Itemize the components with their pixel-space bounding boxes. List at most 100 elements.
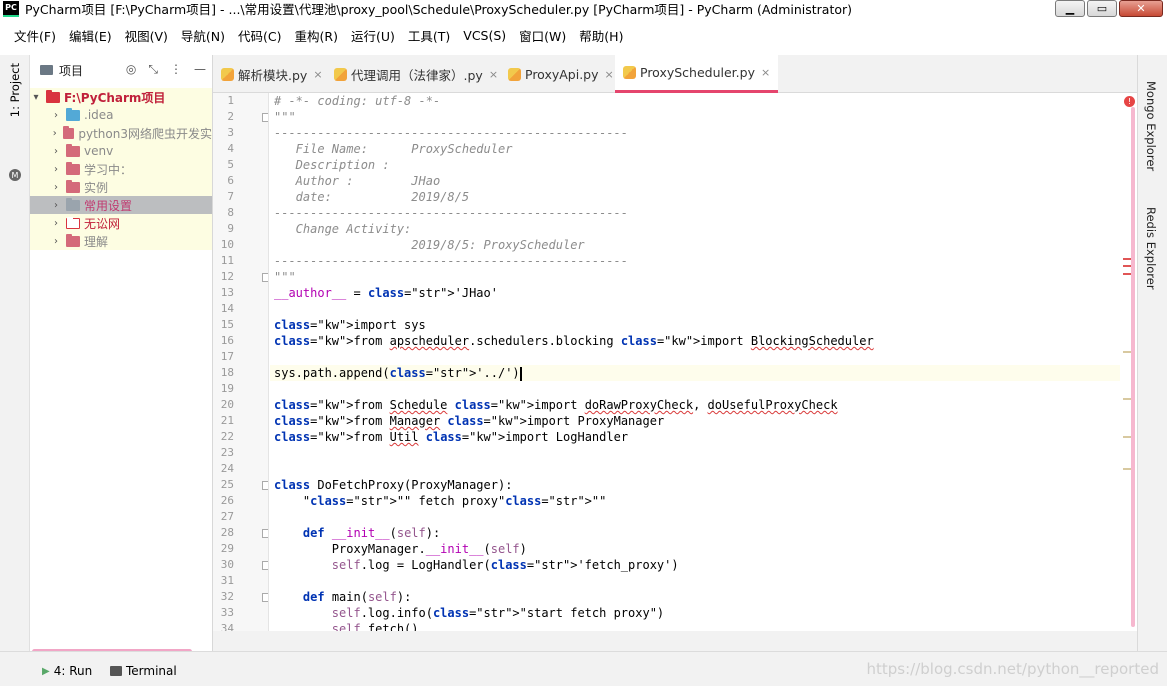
editor-vertical-scrollbar[interactable] (1131, 107, 1135, 627)
chevron-right-icon[interactable]: › (50, 146, 62, 157)
code-line[interactable]: date: 2019/8/5 (270, 189, 1136, 205)
code-line[interactable]: """ (270, 109, 1136, 125)
menu-file[interactable]: 文件(F) (14, 26, 56, 45)
code-line[interactable]: class="kw">import sys (270, 317, 1136, 333)
text-caret (519, 366, 522, 381)
tree-item-root[interactable]: ▾ F:\PyCharm项目 (30, 88, 212, 106)
code-line[interactable]: ----------------------------------------… (270, 125, 1136, 141)
tree-item-label: .idea (84, 108, 114, 122)
project-tool-tab[interactable]: 1: Project (8, 63, 22, 117)
menu-run[interactable]: 运行(U) (351, 26, 395, 45)
close-icon[interactable]: × (605, 68, 614, 81)
code-line[interactable]: ProxyManager.__init__(self) (270, 541, 1136, 557)
menu-window[interactable]: 窗口(W) (519, 26, 566, 45)
tree-item-idea[interactable]: › .idea (30, 106, 212, 124)
structure-icon[interactable]: M (9, 169, 21, 181)
collapse-icon[interactable]: ⤡ (148, 62, 158, 77)
code-line[interactable]: Change Activity: (270, 221, 1136, 237)
code-line[interactable]: # -*- coding: utf-8 -*- (270, 93, 1136, 109)
fold-marker-icon[interactable] (262, 113, 268, 122)
close-icon[interactable]: × (761, 66, 770, 79)
code-line[interactable]: __author__ = class="str">'JHao' (270, 285, 1136, 301)
menu-edit[interactable]: 编辑(E) (69, 26, 112, 45)
tab-parse-module[interactable]: 解析模块.py × (221, 55, 323, 93)
redis-explorer-tab[interactable]: Redis Explorer (1144, 207, 1158, 290)
code-line[interactable]: Description : (270, 157, 1136, 173)
code-line[interactable] (270, 349, 1136, 365)
code-line[interactable]: self.log = LogHandler(class="str">'fetch… (270, 557, 1136, 573)
menu-view[interactable]: 视图(V) (125, 26, 168, 45)
code-line[interactable]: def __init__(self): (270, 525, 1136, 541)
tab-proxy-scheduler[interactable]: ProxyScheduler.py × (615, 55, 779, 93)
code-line[interactable] (270, 445, 1136, 461)
tree-item-learning[interactable]: › 学习中： (30, 160, 212, 178)
chevron-right-icon[interactable]: › (50, 182, 62, 193)
tree-item-examples[interactable]: › 实例 (30, 178, 212, 196)
code-line[interactable]: Author : JHao (270, 173, 1136, 189)
fold-marker-icon[interactable] (262, 593, 268, 602)
menu-code[interactable]: 代码(C) (238, 26, 281, 45)
menu-help[interactable]: 帮助(H) (579, 26, 623, 45)
editor-horizontal-scroll-area[interactable] (213, 631, 1137, 651)
chevron-right-icon[interactable]: › (50, 218, 62, 229)
menu-refactor[interactable]: 重构(R) (295, 26, 338, 45)
fold-marker-icon[interactable] (262, 273, 268, 282)
code-line[interactable]: """ (270, 269, 1136, 285)
error-status-icon[interactable]: ! (1124, 96, 1135, 107)
fold-marker-icon[interactable] (262, 561, 268, 570)
code-line[interactable]: class="kw">from apscheduler.schedulers.b… (270, 333, 1136, 349)
code-line[interactable]: class="kw">from Schedule class="kw">impo… (270, 397, 1136, 413)
code-line[interactable]: ----------------------------------------… (270, 253, 1136, 269)
settings-icon[interactable]: ⋮ (170, 62, 182, 77)
chevron-right-icon[interactable]: › (50, 236, 62, 247)
code-line[interactable]: class="kw">from Util class="kw">import L… (270, 429, 1136, 445)
tree-item-label: 无讼网 (84, 216, 121, 231)
code-line[interactable]: def main(self): (270, 589, 1136, 605)
chevron-right-icon[interactable]: › (50, 128, 59, 139)
code-line[interactable]: ----------------------------------------… (270, 205, 1136, 221)
minimize-button[interactable]: ▁ (1055, 0, 1085, 17)
fold-marker-icon[interactable] (262, 529, 268, 538)
code-line[interactable]: class="kw">from Manager class="kw">impor… (270, 413, 1136, 429)
code-line[interactable]: self.log.info(class="str">"start fetch p… (270, 605, 1136, 621)
menu-tools[interactable]: 工具(T) (408, 26, 450, 45)
chevron-right-icon[interactable]: › (50, 200, 62, 211)
code-line[interactable] (270, 301, 1136, 317)
locate-icon[interactable]: ◎ (126, 62, 136, 77)
code-editor[interactable]: # -*- coding: utf-8 -*- """ --------------… (270, 93, 1136, 631)
code-line[interactable]: self.fetch() (270, 621, 1136, 631)
hide-icon[interactable]: — (194, 62, 206, 77)
close-button[interactable]: ✕ (1119, 0, 1163, 17)
close-icon[interactable]: × (489, 68, 498, 81)
close-icon[interactable]: × (313, 68, 322, 81)
chevron-down-icon[interactable]: ▾ (30, 92, 42, 103)
menu-navigate[interactable]: 导航(N) (181, 26, 225, 45)
code-line[interactable]: class DoFetchProxy(ProxyManager): (270, 477, 1136, 493)
menu-vcs[interactable]: VCS(S) (463, 28, 506, 43)
code-line[interactable] (270, 461, 1136, 477)
mongo-explorer-tab[interactable]: Mongo Explorer (1144, 81, 1158, 171)
tree-item-label: 实例 (84, 180, 109, 195)
project-panel-title[interactable]: 项目 (59, 62, 83, 79)
tree-item-common-settings[interactable]: › 常用设置 (30, 196, 212, 214)
code-line[interactable] (270, 509, 1136, 525)
code-line[interactable] (270, 573, 1136, 589)
fold-marker-icon[interactable] (262, 481, 268, 490)
chevron-right-icon[interactable]: › (50, 110, 62, 121)
code-line[interactable]: 2019/8/5: ProxyScheduler (270, 237, 1136, 253)
tab-proxy-api[interactable]: ProxyApi.py × (508, 55, 614, 93)
run-tool-button[interactable]: ▶ 4: Run (42, 664, 92, 678)
maximize-button[interactable]: ▭ (1087, 0, 1117, 17)
tree-item-python3[interactable]: › python3网络爬虫开发实 (30, 124, 212, 142)
line-number: 4 (227, 142, 234, 155)
code-line[interactable]: sys.path.append(class="str">'../') (270, 365, 1136, 381)
tree-item-venv[interactable]: › venv (30, 142, 212, 160)
tree-item-wusong[interactable]: › 无讼网 (30, 214, 212, 232)
tab-proxy-call[interactable]: 代理调用（法律家）.py × (334, 55, 498, 93)
chevron-right-icon[interactable]: › (50, 164, 62, 175)
code-line[interactable] (270, 381, 1136, 397)
terminal-tool-button[interactable]: Terminal (110, 664, 177, 678)
tree-item-understanding[interactable]: › 理解 (30, 232, 212, 250)
code-line[interactable]: File Name: ProxyScheduler (270, 141, 1136, 157)
code-line[interactable]: "class="str">"" fetch proxy"class="str">… (270, 493, 1136, 509)
